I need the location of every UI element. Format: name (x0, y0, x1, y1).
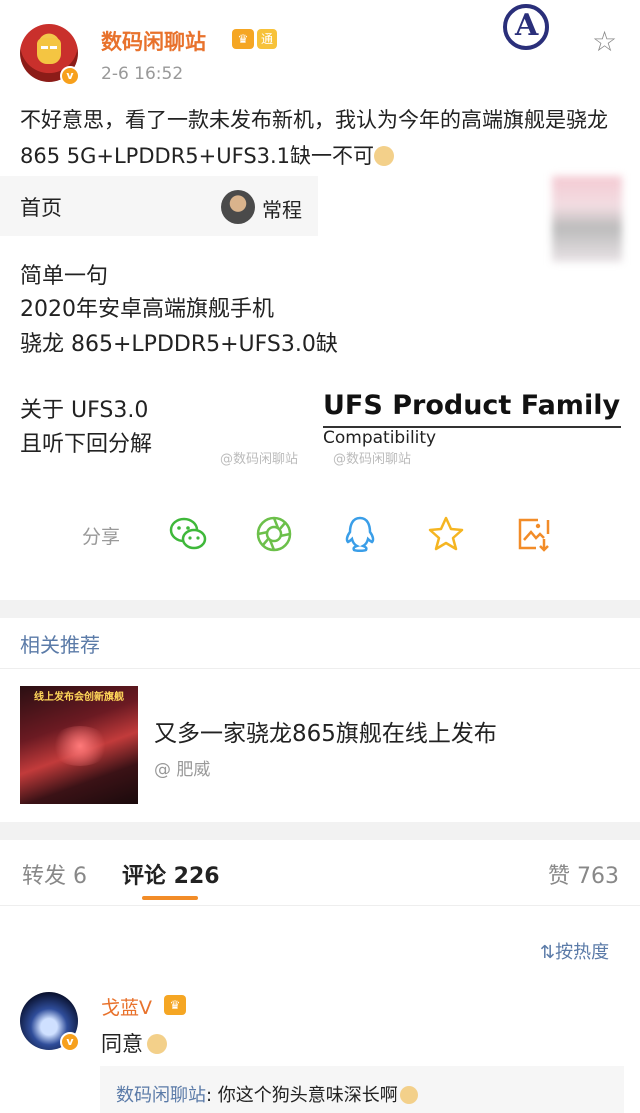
doge-emoji-icon (147, 1034, 167, 1054)
post-image[interactable]: 首页 常程 简单一句 2020年安卓高端旗舰手机 骁龙 865+LPDDR5+U… (0, 176, 640, 474)
post-header: v 数码闲聊站 ♛ 通 2-6 16:52 A ☆ (0, 0, 640, 100)
related-author[interactable]: @ 肥威 (154, 755, 210, 780)
post-text: 不好意思，看了一款未发布新机，我认为今年的高端旗舰是骁龙865 5G+LPDDR… (20, 102, 624, 174)
tabs-divider (0, 905, 640, 906)
post-time: 2-6 16:52 (101, 64, 184, 84)
share-row: 分享 (0, 504, 640, 564)
share-label: 分享 (82, 526, 121, 548)
doge-emoji-icon (399, 1086, 418, 1104)
crown-badge-icon[interactable]: ♛ (232, 29, 254, 49)
screenshot-line: 且听下回分解 (20, 432, 153, 457)
bus-badge-icon[interactable]: 通 (257, 29, 277, 49)
thumbnail-banner: 线上发布会创新旗舰 (34, 692, 124, 703)
qzone-star-icon[interactable] (426, 514, 466, 554)
blurred-image-region (552, 176, 622, 262)
sort-button[interactable]: ⇅按热度 (540, 938, 609, 964)
qq-icon[interactable] (340, 514, 380, 554)
section-divider (0, 600, 640, 618)
screenshot-line: 2020年安卓高端旗舰手机 (20, 297, 274, 322)
avengers-logo-icon: A (503, 4, 549, 50)
moments-icon[interactable] (254, 514, 294, 554)
save-image-icon[interactable] (514, 514, 554, 554)
related-section-title: 相关推荐 (20, 633, 100, 657)
crown-badge-icon[interactable]: ♛ (164, 995, 186, 1015)
comment-text-content: 同意 (101, 1032, 143, 1056)
iron-man-face (37, 38, 61, 64)
reply-content: : 你这个狗头意味深长啊 (206, 1085, 398, 1106)
screenshot-line: 骁龙 865+LPDDR5+UFS3.0缺 (20, 332, 338, 357)
doge-emoji-icon (374, 146, 395, 166)
interaction-tabs: 转发 6 评论 226 赞 763 (0, 840, 640, 906)
active-tab-indicator (142, 896, 198, 900)
related-thumbnail[interactable]: 线上发布会创新旗舰 (20, 686, 138, 804)
reply-text: 数码闲聊站: 你这个狗头意味深长啊 (116, 1081, 418, 1107)
post-text-content: 不好意思，看了一款未发布新机，我认为今年的高端旗舰是骁龙865 5G+LPDDR… (20, 108, 608, 168)
verified-badge-icon: v (60, 1032, 80, 1052)
wechat-icon[interactable] (168, 514, 208, 554)
screenshot-panel: 首页 常程 简单一句 2020年安卓高端旗舰手机 骁龙 865+LPDDR5+U… (0, 176, 338, 474)
verified-badge-icon: v (60, 66, 80, 86)
tab-repost[interactable]: 转发 6 (22, 858, 87, 890)
product-family-title: UFS Product Family (323, 390, 621, 421)
screenshot-line: 简单一句 (20, 264, 109, 289)
related-headline[interactable]: 又多一家骁龙865旗舰在线上发布 (154, 714, 497, 748)
comment-text: 同意 (101, 1028, 167, 1058)
screenshot-author: 常程 (262, 198, 302, 222)
post-username[interactable]: 数码闲聊站 (101, 26, 206, 56)
tab-comments[interactable]: 评论 226 (122, 858, 220, 890)
sort-icon: ⇅ (540, 942, 556, 963)
sort-label: 按热度 (555, 942, 610, 963)
tab-likes[interactable]: 赞 763 (548, 858, 619, 890)
screenshot-topbar: 首页 常程 (0, 176, 318, 236)
watermark: @数码闲聊站 (220, 452, 299, 467)
watermark: @数码闲聊站 (333, 452, 412, 467)
product-family-subtitle: Compatibility (323, 428, 437, 448)
related-divider (0, 668, 640, 669)
eye-left (41, 46, 48, 49)
reply-preview[interactable]: 数码闲聊站: 你这个狗头意味深长啊 (100, 1066, 624, 1113)
section-divider (0, 822, 640, 840)
screenshot-avatar (221, 190, 255, 224)
favorite-star-icon[interactable]: ☆ (592, 28, 617, 56)
screenshot-home-label: 首页 (20, 196, 62, 220)
thumbnail-glow (50, 726, 110, 766)
comment-username[interactable]: 戈蓝V (101, 993, 152, 1020)
reply-username[interactable]: 数码闲聊站 (116, 1085, 206, 1106)
eye-right (50, 46, 57, 49)
screenshot-line: 关于 UFS3.0 (20, 398, 149, 423)
